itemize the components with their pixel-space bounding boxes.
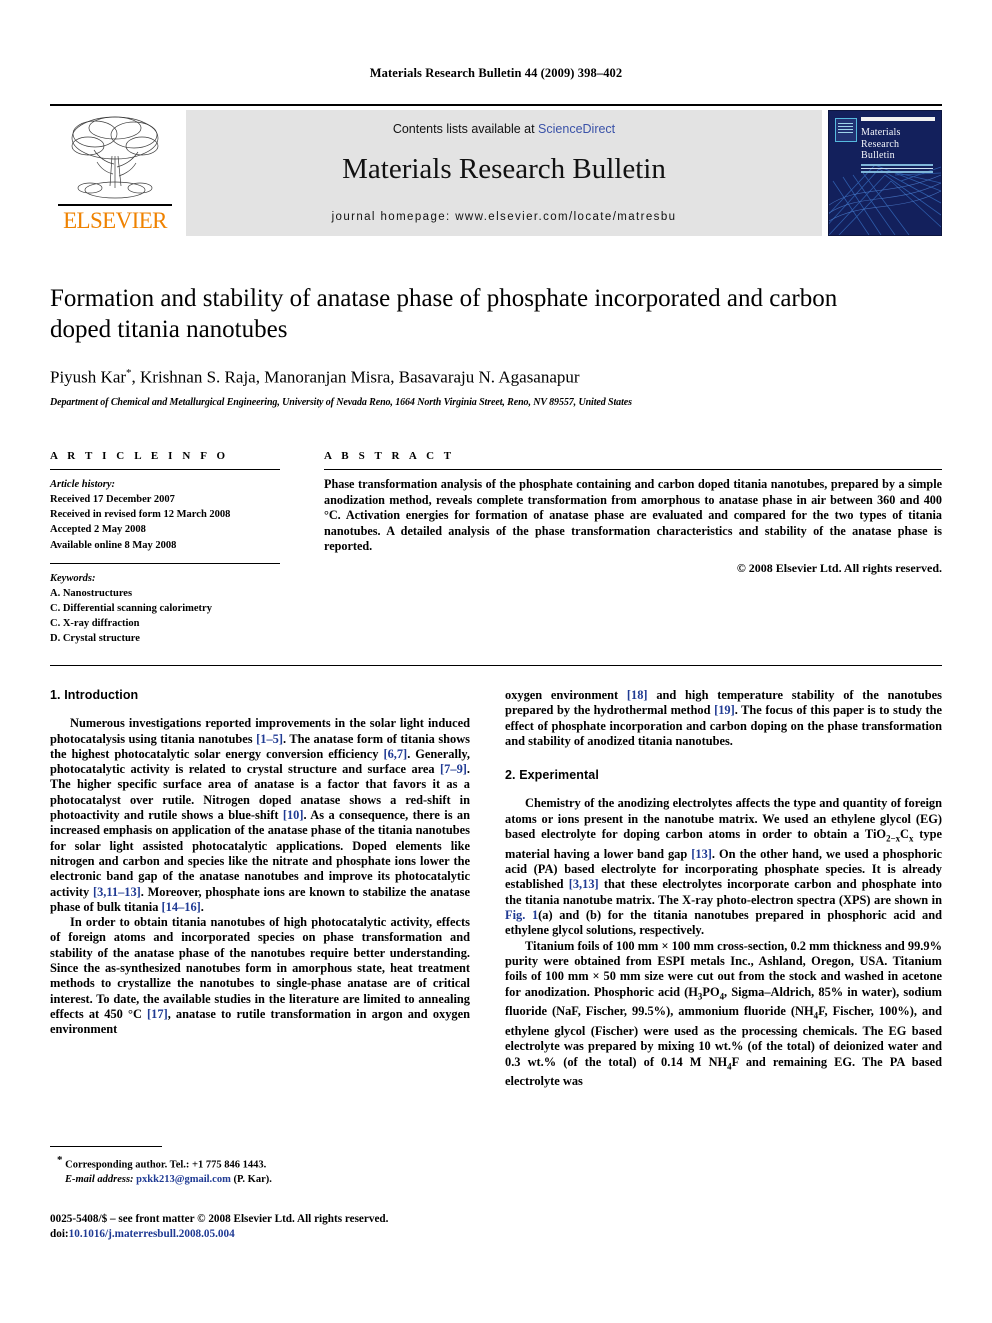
journal-masthead: ELSEVIER Contents lists available at Sci… xyxy=(50,104,942,237)
cover-title-line-1: Materials xyxy=(861,127,901,138)
affiliation: Department of Chemical and Metallurgical… xyxy=(50,396,632,408)
keyword-item: C. X-ray diffraction xyxy=(50,618,140,630)
article-history-label: Article history: xyxy=(50,479,116,490)
email-label: E-mail address: xyxy=(65,1173,134,1185)
sciencedirect-link[interactable]: ScienceDirect xyxy=(538,122,615,136)
text-run: (a) and (b) for the titania nanotubes pr… xyxy=(505,908,942,938)
section-heading-experimental: 2. Experimental xyxy=(505,768,599,783)
formula-element: C xyxy=(900,827,909,842)
footnote-text: Corresponding author. Tel.: +1 775 846 1… xyxy=(62,1159,267,1171)
footnote-block: * Corresponding author. Tel.: +1 775 846… xyxy=(50,1146,470,1187)
citation-ref[interactable]: [3,13] xyxy=(569,877,599,891)
page-title: Formation and stability of anatase phase… xyxy=(50,285,838,343)
cover-badge-icon xyxy=(835,118,857,142)
body-column-left: 1. Introduction Numerous investigations … xyxy=(50,688,470,1038)
citation-ref[interactable]: [6,7] xyxy=(383,747,407,761)
keyword-item: A. Nanostructures xyxy=(50,587,133,599)
author-first: Piyush Kar xyxy=(50,367,127,387)
cover-title-line-2: Research xyxy=(861,138,900,150)
email-note: E-mail address: pxkk213@gmail.com (P. Ka… xyxy=(50,1173,470,1187)
elsevier-logo: ELSEVIER xyxy=(50,110,180,236)
keywords-label: Keywords: xyxy=(50,572,96,584)
section-heading-introduction: 1. Introduction xyxy=(50,688,139,702)
body-column-right: oxygen environment [18] and high tempera… xyxy=(505,688,942,1090)
running-head: Materials Research Bulletin 44 (2009) 39… xyxy=(369,66,623,80)
text-run: In order to obtain titania nanotubes of … xyxy=(50,915,470,1021)
author-list: Piyush Kar*, Krishnan S. Raja, Manoranja… xyxy=(50,363,850,388)
text-run: . xyxy=(200,899,204,914)
body-divider xyxy=(50,665,942,666)
doi-label: doi: xyxy=(50,1228,69,1240)
colophon-block: 0025-5408/$ – see front matter © 2008 El… xyxy=(50,1212,550,1242)
elsevier-wordmark: ELSEVIER xyxy=(63,208,167,233)
footnote-divider xyxy=(50,1146,162,1147)
history-item: Received 17 December 2007 xyxy=(50,494,175,505)
citation-ref[interactable]: [7–9] xyxy=(440,762,467,776)
elsevier-tree-icon xyxy=(71,116,159,199)
elsevier-divider xyxy=(58,204,172,206)
figure-ref[interactable]: Fig. 1 xyxy=(505,908,538,922)
text-run: Chemistry of the anodizing electrolytes … xyxy=(505,796,942,842)
email-owner: (P. Kar). xyxy=(233,1173,272,1185)
text-run: oxygen environment xyxy=(505,688,627,702)
citation-ref[interactable]: [10] xyxy=(283,808,304,822)
abstract-rule xyxy=(324,469,942,470)
journal-homepage-line[interactable]: journal homepage: www.elsevier.com/locat… xyxy=(186,211,822,223)
citation-ref[interactable]: [3,11–13] xyxy=(93,885,141,899)
cover-top-rule xyxy=(861,117,935,121)
article-info-column: A R T I C L E I N F O Article history: R… xyxy=(50,450,280,647)
cover-title: Materials Research Bulletin xyxy=(861,127,901,162)
intro-paragraph-2: In order to obtain titania nanotubes of … xyxy=(50,915,470,1037)
citation-ref[interactable]: [18] xyxy=(627,688,648,702)
history-item: Received in revised form 12 March 2008 xyxy=(50,509,231,521)
email-link[interactable]: pxkk213@gmail.com xyxy=(136,1174,231,1185)
abstract-column: A B S T R A C T Phase transformation ana… xyxy=(324,450,942,576)
article-info-heading: A R T I C L E I N F O xyxy=(50,450,229,462)
contents-available-line: Contents lists available at ScienceDirec… xyxy=(186,122,822,136)
journal-article-page: Materials Research Bulletin 44 (2009) 39… xyxy=(0,0,992,1323)
citation-ref[interactable]: [13] xyxy=(691,847,712,861)
contents-prefix: Contents lists available at xyxy=(392,122,539,136)
intro-paragraph-1: Numerous investigations reported improve… xyxy=(50,716,470,915)
keywords-rule xyxy=(50,562,280,564)
journal-cover-thumbnail: Materials Research Bulletin xyxy=(828,110,942,236)
corresponding-author-note: * Corresponding author. Tel.: +1 775 846… xyxy=(50,1153,470,1173)
title-block: Formation and stability of anatase phase… xyxy=(50,283,850,408)
text-run: PO xyxy=(702,984,720,999)
citation-ref[interactable]: [19] xyxy=(714,703,735,717)
journal-title: Materials Research Bulletin xyxy=(342,153,666,185)
history-item: Available online 8 May 2008 xyxy=(50,539,177,551)
keyword-item: C. Differential scanning calorimetry xyxy=(50,603,212,615)
info-abstract-region: A R T I C L E I N F O Article history: R… xyxy=(50,450,942,660)
article-info-rule xyxy=(50,469,280,470)
doi-link[interactable]: 10.1016/j.materresbull.2008.05.004 xyxy=(69,1228,235,1240)
experimental-paragraph-2: Titanium foils of 100 mm × 100 mm cross-… xyxy=(505,939,942,1090)
citation-ref[interactable]: [14–16] xyxy=(162,900,201,914)
citation-ref[interactable]: [1–5] xyxy=(256,732,283,746)
abstract-heading: A B S T R A C T xyxy=(324,450,455,462)
cover-subtitle-lines xyxy=(861,164,933,175)
doi-line: doi:10.1016/j.materresbull.2008.05.004 xyxy=(50,1227,550,1242)
abstract-text: Phase transformation analysis of the pho… xyxy=(324,477,942,554)
issn-line: 0025-5408/$ – see front matter © 2008 El… xyxy=(50,1213,389,1225)
intro-paragraph-2-continued: oxygen environment [18] and high tempera… xyxy=(505,688,942,749)
author-rest: , Krishnan S. Raja, Manoranjan Misra, Ba… xyxy=(131,367,580,387)
keyword-item: D. Crystal structure xyxy=(50,633,140,645)
experimental-paragraph-1: Chemistry of the anodizing electrolytes … xyxy=(505,796,942,938)
citation-ref[interactable]: [17] xyxy=(147,1007,168,1021)
journal-band: Contents lists available at ScienceDirec… xyxy=(186,110,822,236)
cover-title-line-3: Bulletin xyxy=(861,150,895,161)
history-item: Accepted 2 May 2008 xyxy=(50,524,146,536)
abstract-copyright: © 2008 Elsevier Ltd. All rights reserved… xyxy=(736,560,942,575)
formula-subscript: 2−x xyxy=(886,833,901,844)
